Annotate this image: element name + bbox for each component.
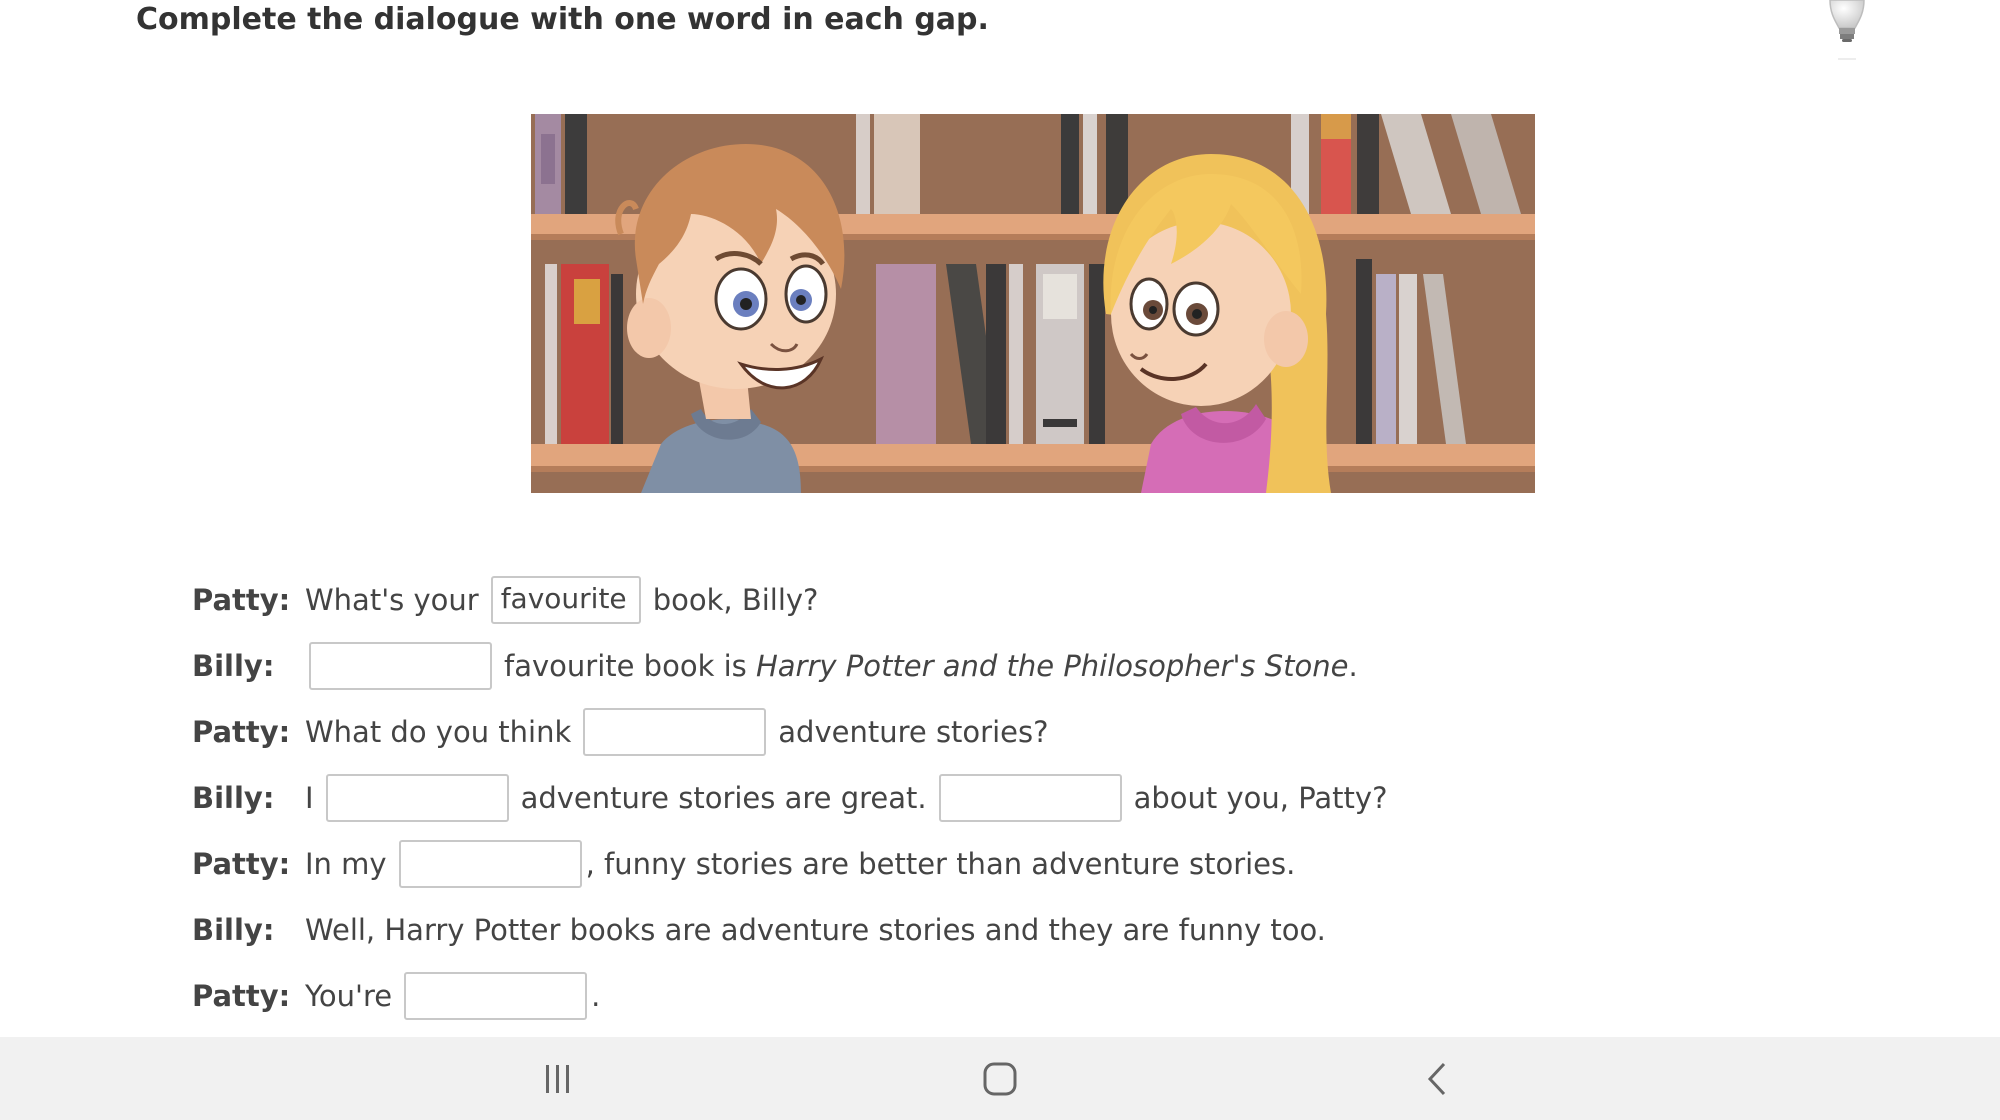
dialogue-text: In my <box>305 847 387 881</box>
dialogue: Patty: What's your favourite book, Billy… <box>192 576 1387 1038</box>
home-icon <box>983 1062 1017 1095</box>
system-navigation-bar <box>0 1037 2000 1120</box>
speaker-label: Billy: <box>192 781 275 815</box>
speaker-label: Billy: <box>192 649 275 683</box>
dialogue-text: book, Billy? <box>652 583 819 617</box>
answer-gap-6[interactable] <box>398 840 582 888</box>
dialogue-text: , funny stories are better than adventur… <box>585 847 1296 881</box>
dialogue-line: Billy: Well, Harry Potter books are adve… <box>192 906 1387 954</box>
answer-gap-3[interactable] <box>583 708 767 756</box>
answer-gap-2[interactable] <box>309 642 492 690</box>
dialogue-text: . <box>591 979 601 1013</box>
speaker-label: Patty: <box>192 847 291 881</box>
book-title: Harry Potter and the Philosopher's Stone <box>755 649 1349 683</box>
dialogue-text: You're <box>305 979 393 1013</box>
kids-bookshelf-illustration <box>531 114 1535 493</box>
answer-gap-1[interactable]: favourite <box>490 576 641 624</box>
instruction-text: Complete the dialogue with one word in e… <box>136 2 989 37</box>
dialogue-text: What do you think <box>305 715 572 749</box>
dialogue-text: favourite book is <box>504 649 747 683</box>
back-icon <box>1427 1062 1446 1095</box>
exercise-page: Complete the dialogue with one word in e… <box>0 0 2000 1120</box>
back-button[interactable] <box>1378 1037 1498 1120</box>
recent-apps-icon <box>546 1064 569 1093</box>
speaker-label: Patty: <box>192 583 291 617</box>
dialogue-text: . <box>1348 649 1358 683</box>
home-button[interactable] <box>940 1037 1060 1120</box>
dialogue-text: adventure stories? <box>778 715 1049 749</box>
dialogue-text: What's your <box>305 583 479 617</box>
dialogue-text: Well, Harry Potter books are adventure s… <box>305 913 1326 947</box>
answer-gap-5[interactable] <box>938 774 1122 822</box>
speaker-label: Billy: <box>192 913 275 947</box>
dialogue-text: about you, Patty? <box>1133 781 1388 815</box>
dialogue-line: Patty: What do you think adventure stori… <box>192 708 1387 756</box>
dialogue-line: Billy: I adventure stories are great. ab… <box>192 774 1387 822</box>
speaker-label: Patty: <box>192 715 291 749</box>
speaker-label: Patty: <box>192 979 291 1013</box>
dialogue-text: I <box>305 781 314 815</box>
dialogue-line: Patty: You're . <box>192 972 1387 1020</box>
answer-gap-7[interactable] <box>404 972 588 1020</box>
dialogue-line: Patty: What's your favourite book, Billy… <box>192 576 1387 624</box>
lightbulb-icon[interactable] <box>1824 0 1870 62</box>
recent-apps-button[interactable] <box>498 1037 618 1120</box>
dialogue-line: Patty: In my , funny stories are better … <box>192 840 1387 888</box>
dialogue-text: adventure stories are great. <box>520 781 927 815</box>
dialogue-line: Billy: favourite book is Harry Potter an… <box>192 642 1387 690</box>
answer-gap-4[interactable] <box>325 774 509 822</box>
